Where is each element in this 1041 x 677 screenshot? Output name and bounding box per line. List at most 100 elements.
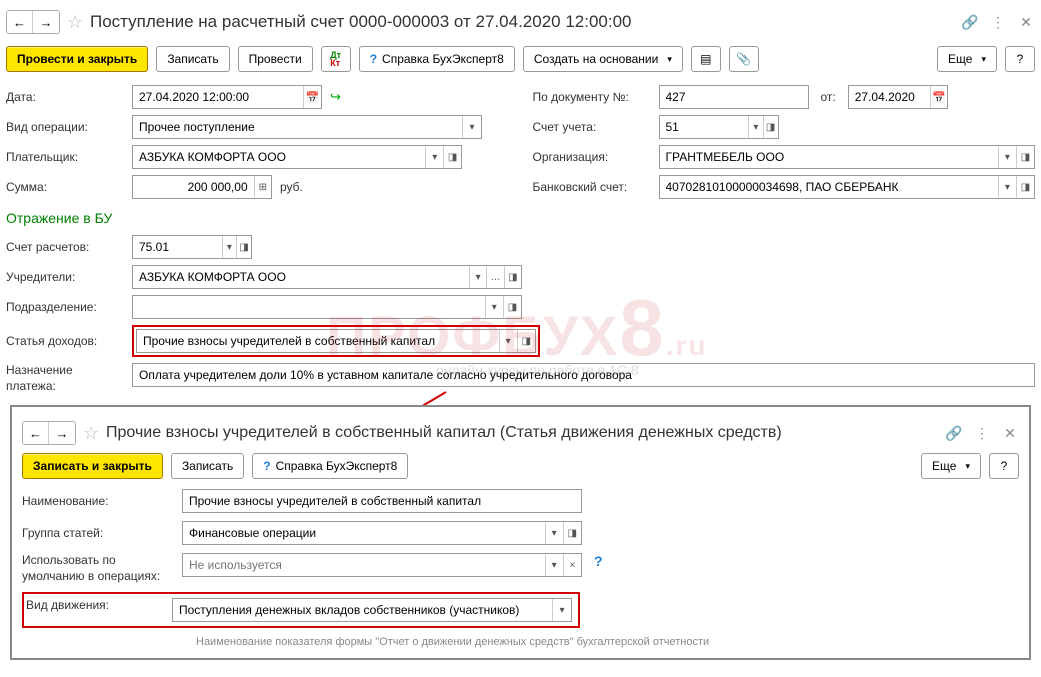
open-icon[interactable]: ◨: [517, 330, 535, 352]
dropdown-icon[interactable]: ▾: [469, 266, 486, 288]
popup-kind-input[interactable]: [173, 599, 552, 621]
division-field: ▾ ◨: [132, 295, 522, 319]
dtkt-button[interactable]: ДтКт: [321, 46, 351, 72]
popup-star-icon[interactable]: ☆: [82, 424, 100, 442]
open-icon[interactable]: ◨: [504, 266, 521, 288]
popup-forward-button[interactable]: →: [49, 422, 75, 444]
help-label: Справка БухЭксперт8: [382, 52, 504, 66]
income-field: ▾ ◨: [136, 329, 536, 353]
bank-input[interactable]: [660, 176, 998, 198]
open-icon[interactable]: ◨: [763, 116, 778, 138]
post-and-close-button[interactable]: Провести и закрыть: [6, 46, 148, 72]
popup-name-input[interactable]: [183, 490, 581, 512]
payer-field: ▾ ◨: [132, 145, 462, 169]
settle-input[interactable]: [133, 236, 222, 258]
income-label: Статья доходов:: [6, 334, 124, 348]
income-input[interactable]: [137, 330, 499, 352]
dropdown-icon[interactable]: ▾: [998, 146, 1016, 168]
of-date-input[interactable]: [849, 86, 931, 108]
help-icon[interactable]: ?: [590, 553, 603, 569]
purpose-field: [132, 363, 1035, 387]
popup-name-label: Наименование:: [22, 494, 174, 508]
open-icon[interactable]: ◨: [1016, 146, 1034, 168]
division-label: Подразделение:: [6, 300, 124, 314]
dropdown-icon[interactable]: ▾: [998, 176, 1016, 198]
menu-icon[interactable]: ⋮: [989, 13, 1007, 31]
struct-button[interactable]: ▤: [691, 46, 721, 72]
help-button[interactable]: ?Справка БухЭксперт8: [359, 46, 515, 72]
sum-label: Сумма:: [6, 180, 124, 194]
post-button[interactable]: Провести: [238, 46, 313, 72]
attach-button[interactable]: 📎: [729, 46, 759, 72]
docnum-label: По документу №:: [533, 90, 651, 104]
open-icon[interactable]: ◨: [443, 146, 461, 168]
calendar-icon[interactable]: 📅: [930, 86, 946, 108]
founders-input[interactable]: [133, 266, 469, 288]
org-input[interactable]: [660, 146, 998, 168]
forward-button[interactable]: →: [33, 11, 59, 33]
open-icon[interactable]: ◨: [1016, 176, 1034, 198]
sum-input[interactable]: [133, 176, 254, 198]
popup-back-button[interactable]: ←: [23, 422, 49, 444]
popup-window: ← → ☆ Прочие взносы учредителей в собств…: [10, 405, 1031, 660]
popup-group-label: Группа статей:: [22, 526, 174, 540]
dropdown-icon[interactable]: ▾: [545, 554, 563, 576]
settle-label: Счет расчетов:: [6, 240, 124, 254]
popup-link-icon[interactable]: 🔗: [945, 424, 963, 442]
link-icon[interactable]: 🔗: [961, 13, 979, 31]
date-input[interactable]: [133, 86, 303, 108]
popup-more-button[interactable]: Еще: [921, 453, 981, 479]
popup-close-icon[interactable]: ✕: [1001, 424, 1019, 442]
popup-title: Прочие взносы учредителей в собственный …: [106, 424, 939, 442]
dropdown-icon[interactable]: ▾: [545, 522, 563, 544]
dropdown-icon[interactable]: ▾: [425, 146, 443, 168]
back-button[interactable]: ←: [7, 11, 33, 33]
popup-hint: Наименование показателя формы "Отчет о д…: [22, 632, 1019, 648]
kind-highlight: Вид движения: ▾: [22, 592, 580, 628]
popup-usedefault-input[interactable]: [183, 554, 545, 576]
division-input[interactable]: [133, 296, 485, 318]
account-input[interactable]: [660, 116, 749, 138]
dropdown-icon[interactable]: ▾: [222, 236, 237, 258]
popup-q-button[interactable]: ?: [989, 453, 1019, 479]
open-icon[interactable]: ◨: [503, 296, 521, 318]
popup-save-button[interactable]: Записать: [171, 453, 244, 479]
purpose-input[interactable]: [133, 364, 1034, 386]
clear-icon[interactable]: ×: [563, 554, 581, 576]
popup-usedefault-field: ▾ ×: [182, 553, 582, 577]
popup-help-button[interactable]: ?Справка БухЭксперт8: [252, 453, 408, 479]
popup-save-close-button[interactable]: Записать и закрыть: [22, 453, 163, 479]
dropdown-icon[interactable]: ▾: [485, 296, 503, 318]
open-icon[interactable]: ◨: [236, 236, 251, 258]
nav-group: ← →: [6, 10, 60, 34]
dropdown-icon[interactable]: ▾: [499, 330, 517, 352]
create-based-button[interactable]: Создать на основании: [523, 46, 683, 72]
close-icon[interactable]: ✕: [1017, 13, 1035, 31]
save-button[interactable]: Записать: [156, 46, 229, 72]
calendar-icon[interactable]: 📅: [303, 86, 321, 108]
optype-label: Вид операции:: [6, 120, 124, 134]
income-highlight: ▾ ◨: [132, 325, 540, 357]
bank-field: ▾ ◨: [659, 175, 1036, 199]
docnum-input[interactable]: [660, 86, 808, 108]
help-q-button[interactable]: ?: [1005, 46, 1035, 72]
dropdown-icon[interactable]: ▾: [552, 599, 571, 621]
optype-field: ▾: [132, 115, 482, 139]
popup-group-input[interactable]: [183, 522, 545, 544]
popup-help-label: Справка БухЭксперт8: [276, 459, 398, 473]
more-button[interactable]: Еще: [937, 46, 997, 72]
star-icon[interactable]: ☆: [66, 13, 84, 31]
dropdown-icon[interactable]: ▾: [462, 116, 481, 138]
settle-field: ▾ ◨: [132, 235, 252, 259]
calc-icon[interactable]: ⊞: [254, 176, 271, 198]
payer-input[interactable]: [133, 146, 425, 168]
dropdown-icon[interactable]: ▾: [748, 116, 763, 138]
payer-label: Плательщик:: [6, 150, 124, 164]
ellipsis-icon[interactable]: …: [486, 266, 503, 288]
titlebar: ← → ☆ Поступление на расчетный счет 0000…: [6, 6, 1035, 44]
optype-input[interactable]: [133, 116, 462, 138]
of-date-field: 📅: [848, 85, 948, 109]
open-icon[interactable]: ◨: [563, 522, 581, 544]
section-title: Отражение в БУ: [6, 202, 1035, 232]
popup-menu-icon[interactable]: ⋮: [973, 424, 991, 442]
